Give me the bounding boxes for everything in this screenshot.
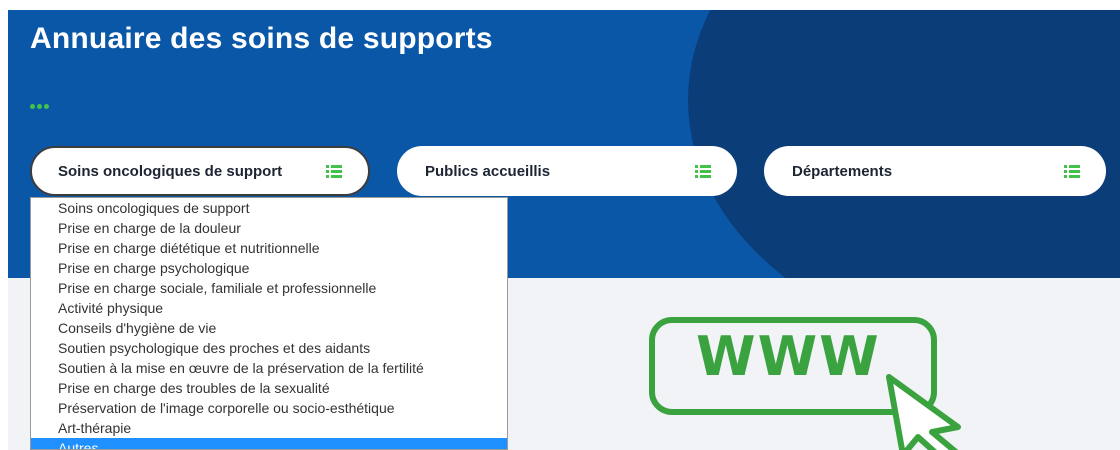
list-icon [695,164,711,178]
list-icon [326,164,342,178]
dropdown-option[interactable]: Prise en charge de la douleur [31,218,507,238]
page-title: Annuaire des soins de supports [30,22,493,55]
dropdown-option[interactable]: Prise en charge sociale, familiale et pr… [31,278,507,298]
list-icon [1064,164,1080,178]
filter-label: Publics accueillis [425,162,551,180]
dropdown-option[interactable]: Prise en charge diététique et nutritionn… [31,238,507,258]
dropdown-option[interactable]: Activité physique [31,298,507,318]
soins-dropdown-list[interactable]: Soins oncologiques de support Prise en c… [30,197,508,450]
dropdown-option[interactable]: Art-thérapie [31,418,507,438]
hero-decorative-shape [688,10,1120,278]
www-text: WWW [696,325,881,388]
dropdown-option[interactable]: Prise en charge des troubles de la sexua… [31,378,507,398]
filter-departements[interactable]: Départements [764,146,1106,196]
dropdown-option[interactable]: Soutien psychologique des proches et des… [31,338,507,358]
dropdown-option[interactable]: Prise en charge psychologique [31,258,507,278]
filter-label: Soins oncologiques de support [58,162,283,180]
dropdown-option[interactable]: Soins oncologiques de support [31,198,507,218]
green-dots-icon [30,104,49,109]
filter-soins-oncologiques[interactable]: Soins oncologiques de support [30,146,370,196]
filter-label: Départements [792,162,893,180]
dropdown-option[interactable]: Conseils d'hygiène de vie [31,318,507,338]
dropdown-option[interactable]: Préservation de l'image corporelle ou so… [31,398,507,418]
dropdown-option[interactable]: Soutien à la mise en œuvre de la préserv… [31,358,507,378]
dropdown-option-selected[interactable]: Autres [31,438,507,449]
page-frame: Annuaire des soins de supports Soins onc… [8,10,1120,450]
filter-publics-accueillis[interactable]: Publics accueillis [397,146,737,196]
www-illustration: WWW [644,315,984,450]
cursor-click-icon [886,374,961,450]
